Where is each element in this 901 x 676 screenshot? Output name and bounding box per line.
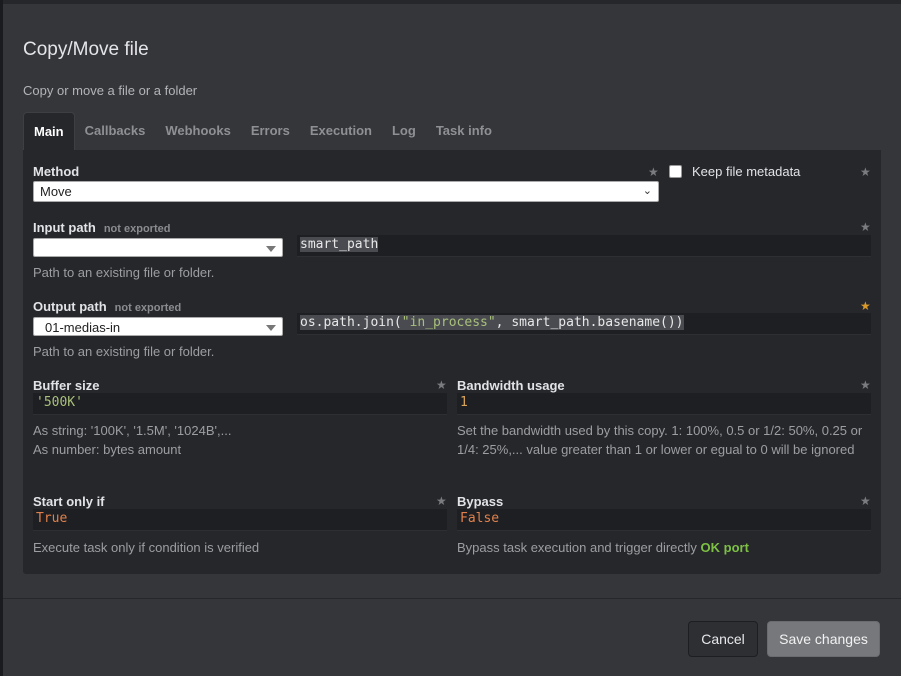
dropdown-arrow-icon [266, 246, 276, 252]
bypass-star-icon[interactable]: ★ [860, 494, 871, 508]
start-only-if-help: Execute task only if condition is verifi… [33, 540, 260, 555]
method-select-value: Move [40, 184, 72, 199]
output-path-help: Path to an existing file or folder. [33, 344, 215, 359]
output-path-star-icon[interactable]: ★ [860, 299, 871, 313]
copy-move-dialog: Copy/Move file Copy or move a file or a … [3, 0, 901, 676]
cancel-button[interactable]: Cancel [688, 621, 758, 657]
output-path-code-suffix: , smart_path.basename()) [495, 315, 684, 330]
input-path-label: Input path not exported [33, 220, 171, 235]
tab-errors[interactable]: Errors [241, 112, 300, 150]
input-path-select[interactable] [33, 238, 283, 257]
bandwidth-star-icon[interactable]: ★ [860, 378, 871, 392]
keep-metadata-star-icon[interactable]: ★ [860, 165, 871, 179]
output-path-code-prefix: os.path.join( [300, 315, 402, 330]
start-only-if-code-editor[interactable]: True [33, 509, 447, 531]
buffer-size-help-1: As string: '100K', '1.5M', '1024B',... [33, 423, 232, 438]
start-only-if-value: True [36, 511, 68, 526]
bypass-value: False [460, 511, 500, 526]
input-path-code-editor[interactable]: smart_path [297, 235, 871, 257]
tab-task-info[interactable]: Task info [426, 112, 502, 150]
output-path-code-editor[interactable]: os.path.join("in_process", smart_path.ba… [297, 313, 871, 335]
bandwidth-code-editor[interactable]: 1 [457, 393, 871, 415]
bypass-help: Bypass task execution and trigger direct… [457, 538, 749, 557]
chevron-down-icon: ⌄ [642, 185, 652, 197]
input-path-code: smart_path [300, 237, 379, 252]
output-path-select[interactable]: 01-medias-in [33, 317, 283, 336]
output-path-select-value: 01-medias-in [45, 320, 121, 335]
tab-bar: Main Callbacks Webhooks Errors Execution… [23, 112, 502, 150]
input-path-star-icon[interactable]: ★ [860, 220, 871, 234]
ok-port-highlight: OK port [700, 540, 749, 555]
dialog-title: Copy/Move file [23, 39, 149, 60]
start-only-if-label: Start only if [33, 494, 105, 509]
buffer-size-label: Buffer size [33, 378, 100, 393]
main-panel: Method ★ Move ⌄ Keep file metadata ★ Inp… [23, 150, 881, 574]
output-path-label: Output path not exported [33, 299, 182, 314]
tab-main[interactable]: Main [23, 112, 75, 150]
tab-callbacks[interactable]: Callbacks [75, 112, 156, 150]
start-only-if-star-icon[interactable]: ★ [436, 494, 447, 508]
input-path-help: Path to an existing file or folder. [33, 265, 215, 280]
tab-webhooks[interactable]: Webhooks [155, 112, 241, 150]
output-path-not-exported-badge: not exported [114, 302, 182, 314]
tab-log[interactable]: Log [382, 112, 426, 150]
footer-divider [3, 598, 901, 599]
bandwidth-value: 1 [460, 395, 468, 410]
bypass-code-editor[interactable]: False [457, 509, 871, 531]
tab-execution[interactable]: Execution [300, 112, 382, 150]
bandwidth-help: Set the bandwidth used by this copy. 1: … [457, 423, 863, 457]
input-path-not-exported-badge: not exported [103, 223, 171, 235]
output-path-code-string: "in_process" [401, 315, 496, 330]
keep-metadata-checkbox[interactable] [669, 165, 682, 178]
dialog-subtitle: Copy or move a file or a folder [23, 83, 198, 98]
buffer-size-help-2: As number: bytes amount [33, 442, 182, 457]
dropdown-arrow-icon [266, 325, 276, 331]
bypass-label: Bypass [457, 494, 504, 509]
buffer-size-code-editor[interactable]: '500K' [33, 393, 447, 415]
buffer-size-star-icon[interactable]: ★ [436, 378, 447, 392]
method-select[interactable]: Move ⌄ [33, 181, 659, 202]
method-label: Method [33, 164, 80, 179]
method-star-icon[interactable]: ★ [648, 165, 659, 179]
bypass-help-text: Bypass task execution and trigger direct… [457, 540, 701, 555]
save-changes-button[interactable]: Save changes [767, 621, 880, 657]
keep-metadata-label: Keep file metadata [692, 164, 801, 179]
buffer-size-value: '500K' [36, 395, 83, 410]
bandwidth-label: Bandwidth usage [457, 378, 565, 393]
